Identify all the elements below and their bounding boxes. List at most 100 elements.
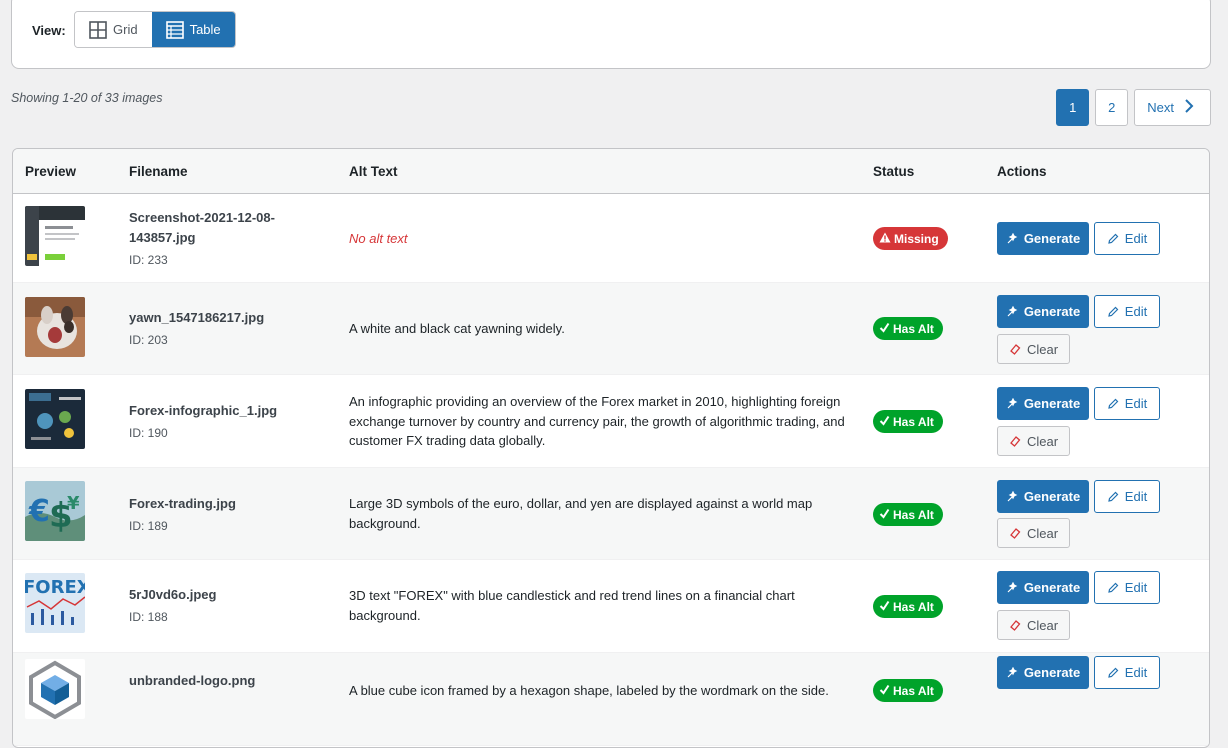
generate-button[interactable]: Generate [997,480,1089,513]
sparkle-icon [1006,666,1018,679]
view-table-label: Table [189,22,221,37]
edit-button[interactable]: Edit [1094,222,1160,255]
thumbnail-screenshot[interactable] [25,206,85,266]
edit-button[interactable]: Edit [1094,480,1160,513]
table-row: Forex-infographic_1.jpg ID: 190 An infog… [13,375,1209,468]
check-icon [879,415,890,429]
alt-text: Large 3D symbols of the euro, dollar, an… [349,496,813,531]
view-grid-label: Grid [113,22,138,37]
generate-label: Generate [1023,665,1081,680]
generate-button[interactable]: Generate [997,387,1089,420]
svg-text:€: € [28,494,50,529]
table-icon [165,20,184,39]
view-table-button[interactable]: Table [151,12,235,47]
edit-label: Edit [1124,231,1148,246]
alt-text: No alt text [349,231,408,246]
generate-label: Generate [1023,304,1081,319]
table-row: yawn_1547186217.jpg ID: 203 A white and … [13,283,1209,375]
edit-button[interactable]: Edit [1094,295,1160,328]
next-page-button[interactable]: Next [1134,89,1211,126]
generate-button[interactable]: Generate [997,295,1089,328]
table-header: Preview Filename Alt Text Status Actions [13,149,1209,194]
generate-label: Generate [1023,580,1081,595]
thumbnail-infographic[interactable] [25,389,85,449]
table-row: € $ ¥ Forex-trading.jpg ID: 189 Large 3D s… [13,468,1209,560]
status-label: Has Alt [893,599,934,614]
clear-button[interactable]: Clear [997,610,1070,640]
grid-icon [89,20,107,39]
thumbnail-logo[interactable] [25,659,85,719]
pencil-icon [1107,491,1119,503]
clear-label: Clear [1026,433,1059,449]
filename: Screenshot-2021-12-08-143857.jpg [129,210,275,245]
status-badge: Has Alt [873,317,943,340]
generate-label: Generate [1023,489,1081,504]
clear-button[interactable]: Clear [997,426,1070,456]
image-id: ID: 188 [129,610,168,624]
check-icon [879,508,890,522]
edit-button[interactable]: Edit [1094,571,1160,604]
pagination: 1 2 Next [1056,89,1211,126]
status-badge: Missing [873,227,948,250]
filename: Forex-infographic_1.jpg [129,403,278,418]
pencil-icon [1107,582,1119,594]
header-actions: Actions [997,164,1047,179]
alt-text: A blue cube icon framed by a hexagon sha… [349,683,829,698]
status-badge: Has Alt [873,503,943,526]
clear-button[interactable]: Clear [997,334,1070,364]
filename: 5rJ0vd6o.jpeg [129,587,217,602]
table-row: Screenshot-2021-12-08-143857.jpg ID: 233… [13,194,1209,283]
view-toggle: Grid Table [74,11,236,48]
sparkle-icon [1006,397,1018,410]
edit-button[interactable]: Edit [1094,656,1160,689]
page-1-button[interactable]: 1 [1056,89,1090,126]
pencil-icon [1107,398,1119,410]
filename: unbranded-logo.png [129,673,256,688]
filename: Forex-trading.jpg [129,496,236,511]
clear-label: Clear [1026,525,1059,541]
next-label: Next [1147,100,1174,115]
sparkle-icon [1006,232,1018,245]
status-badge: Has Alt [873,595,943,618]
status-badge: Has Alt [873,410,943,433]
image-id: ID: 190 [129,426,168,440]
edit-button[interactable]: Edit [1094,387,1160,420]
generate-button[interactable]: Generate [997,571,1089,604]
view-grid-button[interactable]: Grid [75,12,152,47]
status-label: Has Alt [893,507,934,522]
results-summary: Showing 1-20 of 33 images [11,91,163,105]
status-label: Has Alt [893,683,934,698]
edit-label: Edit [1124,304,1148,319]
clear-button[interactable]: Clear [997,518,1070,548]
eraser-icon [1009,527,1021,539]
generate-label: Generate [1023,396,1081,411]
check-icon [879,600,890,614]
thumbnail-cat[interactable] [25,297,85,357]
header-filename: Filename [129,164,188,179]
alt-text: An infographic providing an overview of … [349,394,845,448]
check-icon [879,322,890,336]
filename: yawn_1547186217.jpg [129,310,265,325]
edit-label: Edit [1124,396,1148,411]
edit-label: Edit [1124,580,1148,595]
sparkle-icon [1006,581,1018,594]
image-id: ID: 189 [129,519,168,533]
alt-text: 3D text "FOREX" with blue candlestick an… [349,588,795,623]
svg-text:FOREX: FOREX [25,577,85,598]
generate-button[interactable]: Generate [997,656,1089,689]
header-alt-text: Alt Text [349,164,398,179]
thumbnail-forex-text[interactable]: FOREX [25,573,85,633]
eraser-icon [1009,343,1021,355]
page-2-button[interactable]: 2 [1095,89,1129,126]
status-label: Has Alt [893,321,934,336]
generate-button[interactable]: Generate [997,222,1089,255]
warning-icon [879,232,891,246]
svg-text:¥: ¥ [67,493,80,514]
thumbnail-currency[interactable]: € $ ¥ [25,481,85,541]
clear-label: Clear [1026,341,1059,357]
images-table: Preview Filename Alt Text Status Actions… [12,148,1210,748]
header-preview: Preview [25,164,77,179]
pencil-icon [1107,233,1119,245]
image-id: ID: 233 [129,253,168,267]
pencil-icon [1107,667,1119,679]
